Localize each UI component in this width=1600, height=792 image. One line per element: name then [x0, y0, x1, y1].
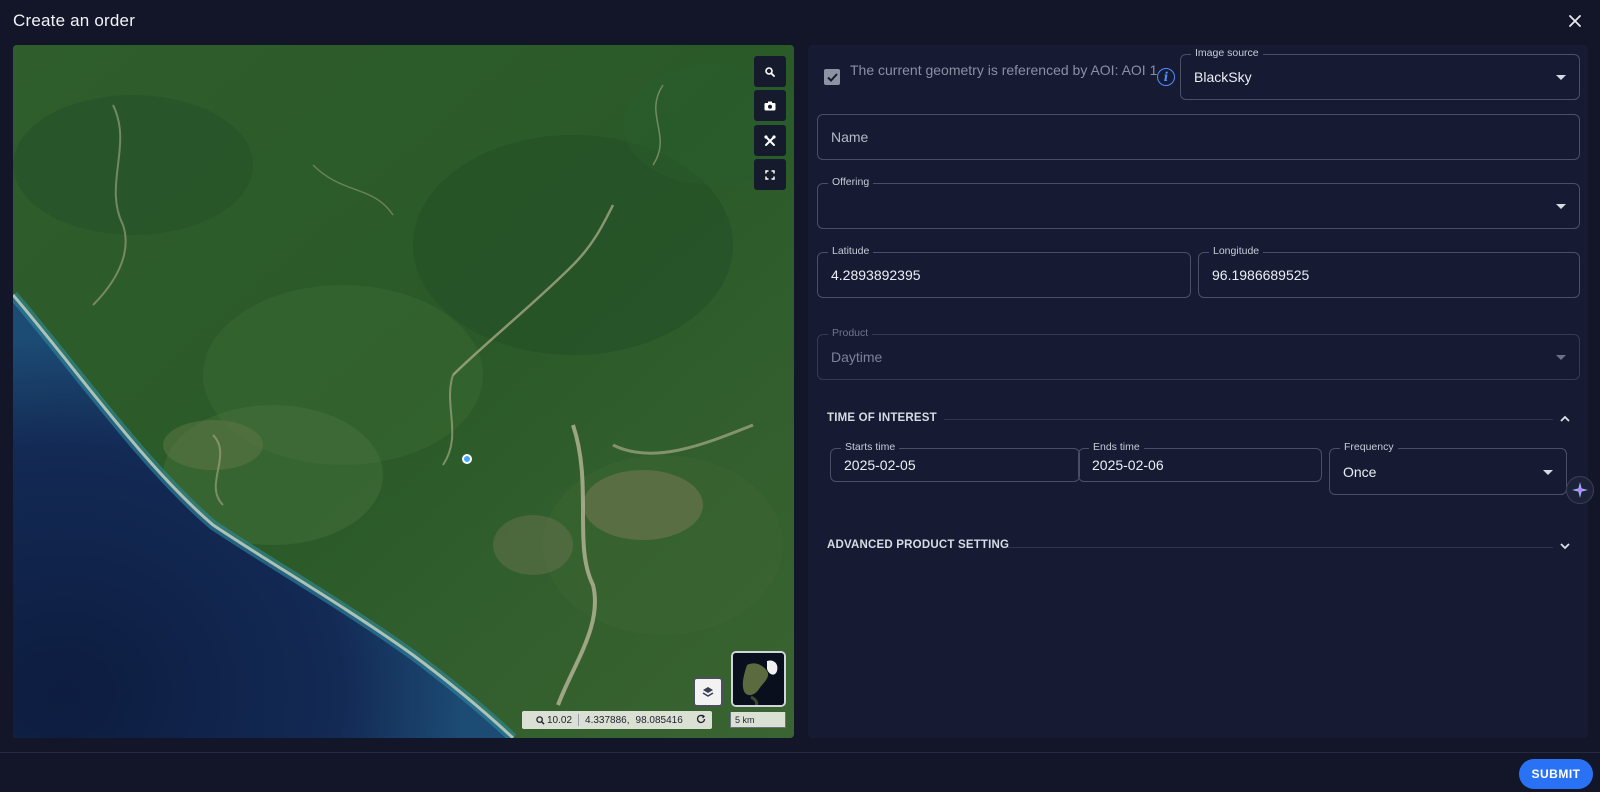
dialog-header: Create an order: [0, 0, 1600, 44]
aoi-checkbox: [824, 69, 840, 85]
cursor-longitude: 98.085416: [635, 714, 683, 726]
location-marker[interactable]: [462, 454, 472, 464]
layers-button[interactable]: [693, 677, 723, 707]
chevron-up-icon[interactable]: [1558, 412, 1572, 426]
check-icon: [826, 72, 838, 82]
time-of-interest-title: TIME OF INTEREST: [827, 412, 937, 424]
footer-divider: [0, 752, 1600, 753]
longitude-value: 96.1986689525: [1212, 267, 1310, 283]
search-icon: [765, 66, 775, 77]
frequency-label: Frequency: [1340, 441, 1398, 453]
scale-bar: 5 km: [730, 712, 786, 728]
fullscreen-icon: [765, 169, 775, 180]
starts-time-value: 2025-02-05: [844, 457, 916, 473]
chevron-down-icon[interactable]: [1558, 539, 1572, 553]
image-source-value: BlackSky: [1194, 69, 1252, 85]
map-coordinates-bar: 10.02 4.337886, 98.085416: [522, 711, 712, 729]
product-label: Product: [828, 327, 873, 339]
close-button[interactable]: [1564, 10, 1586, 32]
longitude-input[interactable]: Longitude 96.1986689525: [1198, 245, 1580, 298]
frequency-value: Once: [1343, 464, 1377, 480]
globe-thumbnail: [733, 653, 784, 705]
refresh-coordinates-button[interactable]: [696, 714, 712, 727]
latitude-input[interactable]: Latitude 4.2893892395: [817, 245, 1191, 298]
frequency-select[interactable]: Frequency Once: [1329, 441, 1567, 495]
info-icon[interactable]: i: [1157, 68, 1175, 86]
map-fullscreen-button[interactable]: [754, 159, 786, 190]
dialog-title: Create an order: [13, 11, 136, 30]
order-form: The current geometry is referenced by AO…: [808, 45, 1588, 738]
ends-time-input[interactable]: Ends time 2025-02-06: [1078, 441, 1322, 482]
camera-icon: [764, 101, 776, 110]
longitude-label: Longitude: [1209, 245, 1264, 257]
starts-time-label: Starts time: [841, 441, 900, 453]
section-divider: [944, 419, 1553, 420]
chevron-down-icon: [1556, 355, 1566, 360]
aoi-notice: The current geometry is referenced by AO…: [850, 62, 1158, 78]
satellite-map[interactable]: 10.02 4.337886, 98.085416 5 km: [13, 45, 794, 738]
map-imagery: [13, 45, 794, 738]
image-source-select[interactable]: Image source BlackSky: [1180, 47, 1580, 100]
map-draw-tools-button[interactable]: [754, 125, 786, 156]
basemap-switcher[interactable]: [731, 651, 786, 707]
starts-time-input[interactable]: Starts time 2025-02-05: [830, 441, 1080, 482]
chevron-down-icon: [1543, 470, 1553, 475]
latitude-label: Latitude: [828, 245, 874, 257]
product-select: Product Daytime: [817, 327, 1580, 380]
offering-label: Offering: [828, 176, 874, 188]
name-input[interactable]: Name: [817, 114, 1580, 160]
chevron-down-icon: [1556, 75, 1566, 80]
map-search-button[interactable]: [754, 56, 786, 87]
refresh-icon: [696, 714, 706, 723]
product-value: Daytime: [831, 349, 883, 365]
assistant-button[interactable]: [1566, 476, 1594, 504]
section-divider: [1007, 547, 1553, 548]
name-placeholder: Name: [831, 129, 869, 145]
zoom-readout: 10.02: [522, 714, 580, 726]
tools-icon: [764, 134, 776, 146]
chevron-down-icon: [1556, 204, 1566, 209]
advanced-settings-title: ADVANCED PRODUCT SETTING: [827, 539, 1010, 551]
ends-time-label: Ends time: [1089, 441, 1144, 453]
close-icon: [1569, 15, 1581, 27]
submit-button[interactable]: SUBMIT: [1519, 759, 1593, 789]
image-source-label: Image source: [1191, 47, 1263, 59]
cursor-latitude: 4.337886,: [585, 714, 630, 726]
layers-icon: [702, 687, 714, 697]
map-screenshot-button[interactable]: [754, 90, 786, 121]
offering-select[interactable]: Offering: [817, 176, 1580, 229]
latitude-value: 4.2893892395: [831, 267, 921, 283]
zoom-icon: [536, 715, 545, 725]
ends-time-value: 2025-02-06: [1092, 457, 1164, 473]
zoom-level: 10.02: [547, 714, 573, 726]
sparkle-icon: [1572, 482, 1588, 498]
